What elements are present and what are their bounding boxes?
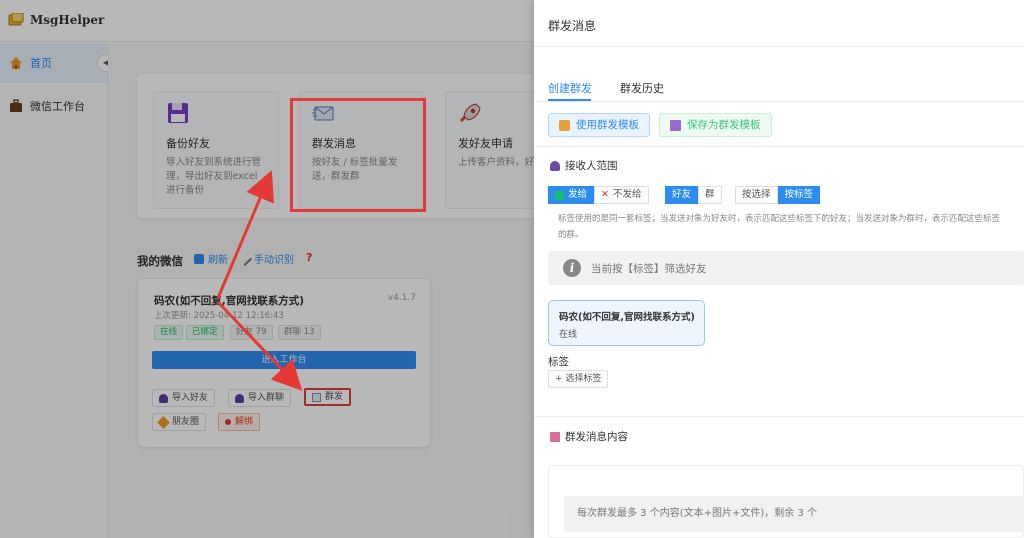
drawer-title: 群发消息 — [548, 19, 597, 33]
tag-note-continued: 的群。 — [558, 230, 584, 240]
mode-toggle: 按选择 按标签 — [735, 186, 821, 204]
tag-note: 标签使用的是同一套标签；当发送对象为好友时，表示匹配这些标签下的好友；当发送对象… — [558, 214, 1001, 224]
tab-create-broadcast[interactable]: 创建群发 — [548, 80, 592, 96]
annotation-arrows — [216, 170, 303, 391]
info-text: 当前按【标签】筛选好友 — [591, 262, 707, 275]
floppy-icon — [670, 119, 681, 131]
save-template-button[interactable]: 保存为群发模板 — [659, 113, 772, 137]
divider — [534, 101, 1024, 102]
content-section-title: 群发消息内容 — [550, 429, 628, 444]
close-icon: ✕ — [601, 189, 609, 200]
divider — [534, 46, 1024, 47]
selected-account-card[interactable]: 码农(如不回复,官网找联系方式) 在线 — [548, 300, 705, 346]
by-tag-option[interactable]: 按标签 — [777, 186, 821, 204]
divider — [534, 416, 1024, 417]
users-icon — [550, 160, 560, 171]
check-icon — [555, 190, 564, 200]
selected-account-name: 码农(如不回复,官网找联系方式) — [559, 312, 695, 323]
select-tag-button[interactable]: + 选择标签 — [548, 370, 609, 388]
send-toggle: 发给 ✕ 不发给 — [548, 186, 649, 204]
tag-label: 标签 — [548, 356, 569, 368]
use-template-button[interactable]: 使用群发模板 — [548, 113, 650, 137]
group-option[interactable]: 群 — [698, 186, 722, 204]
target-toggle: 好友 群 — [665, 186, 722, 204]
no-send-option[interactable]: ✕ 不发给 — [594, 186, 649, 204]
broadcast-drawer: 群发消息 创建群发 群发历史 使用群发模板 保存为群发模板 接收人范围 发给 ✕… — [534, 0, 1024, 538]
by-select-option[interactable]: 按选择 — [735, 186, 778, 204]
send-option[interactable]: 发给 — [548, 186, 595, 204]
tab-broadcast-history[interactable]: 群发历史 — [620, 80, 664, 96]
info-alert: i 当前按【标签】筛选好友 — [548, 251, 1024, 285]
content-hint: 每次群发最多 3 个内容(文本+图片+文件)，剩余 3 个 — [564, 496, 1024, 532]
friend-option[interactable]: 好友 — [665, 186, 699, 204]
box-icon — [559, 119, 570, 131]
recipients-section-title: 接收人范围 — [550, 158, 618, 173]
info-icon: i — [563, 259, 581, 277]
divider — [534, 146, 1024, 147]
inbox-icon — [550, 431, 560, 442]
selected-account-status: 在线 — [559, 330, 578, 340]
